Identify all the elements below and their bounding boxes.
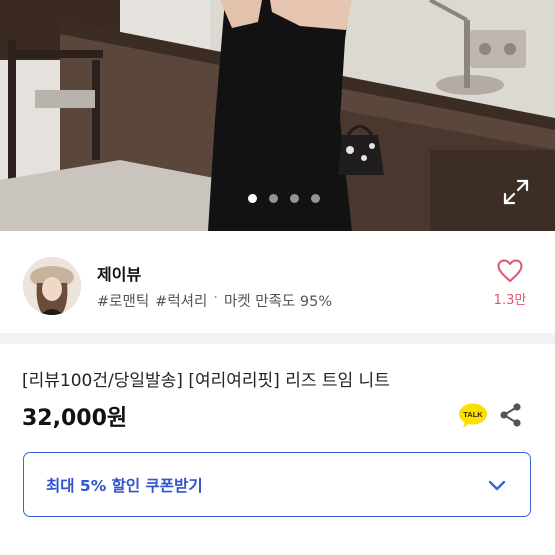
gallery-dot-4[interactable]: [310, 194, 320, 203]
heart-icon: [497, 259, 523, 282]
coupon-download-button[interactable]: 최대 5% 할인 쿠폰받기: [23, 452, 531, 517]
seller-tag-romantic[interactable]: #로맨틱: [97, 290, 149, 311]
seller-avatar[interactable]: [23, 257, 81, 315]
tag-separator: ·: [213, 290, 218, 306]
seller-tags: #로맨틱 #럭셔리 · 마켓 만족도 95%: [97, 290, 332, 311]
seller-name[interactable]: 제이뷰: [97, 261, 141, 285]
product-photo[interactable]: [0, 0, 555, 231]
gallery-pagination: [0, 194, 555, 203]
chevron-down-icon: [488, 480, 506, 490]
share-icon: [500, 403, 521, 427]
market-satisfaction: 마켓 만족도 95%: [223, 294, 333, 310]
talk-label: TALK: [463, 410, 483, 419]
gallery-dot-2[interactable]: [268, 194, 278, 203]
kakao-talk-button[interactable]: TALK: [458, 403, 488, 433]
coupon-label: 최대 5% 할인 쿠폰받기: [46, 476, 203, 495]
product-price: 32,000원: [22, 406, 128, 431]
seller-section: 제이뷰 #로맨틱 #럭셔리 · 마켓 만족도 95% 1.3만: [0, 231, 555, 333]
like-button[interactable]: 1.3만: [490, 259, 530, 315]
like-count: 1.3만: [493, 293, 527, 308]
section-divider: [0, 333, 555, 344]
talk-icon: TALK: [459, 403, 487, 428]
gallery-dot-3[interactable]: [289, 194, 299, 203]
gallery-dot-1[interactable]: [247, 194, 257, 203]
expand-icon[interactable]: [500, 176, 532, 208]
product-title: [리뷰100건/당일발송] [여리여리핏] 리즈 트임 니트: [22, 371, 390, 391]
share-button[interactable]: [499, 402, 523, 432]
seller-tag-luxury[interactable]: #럭셔리: [155, 290, 207, 311]
